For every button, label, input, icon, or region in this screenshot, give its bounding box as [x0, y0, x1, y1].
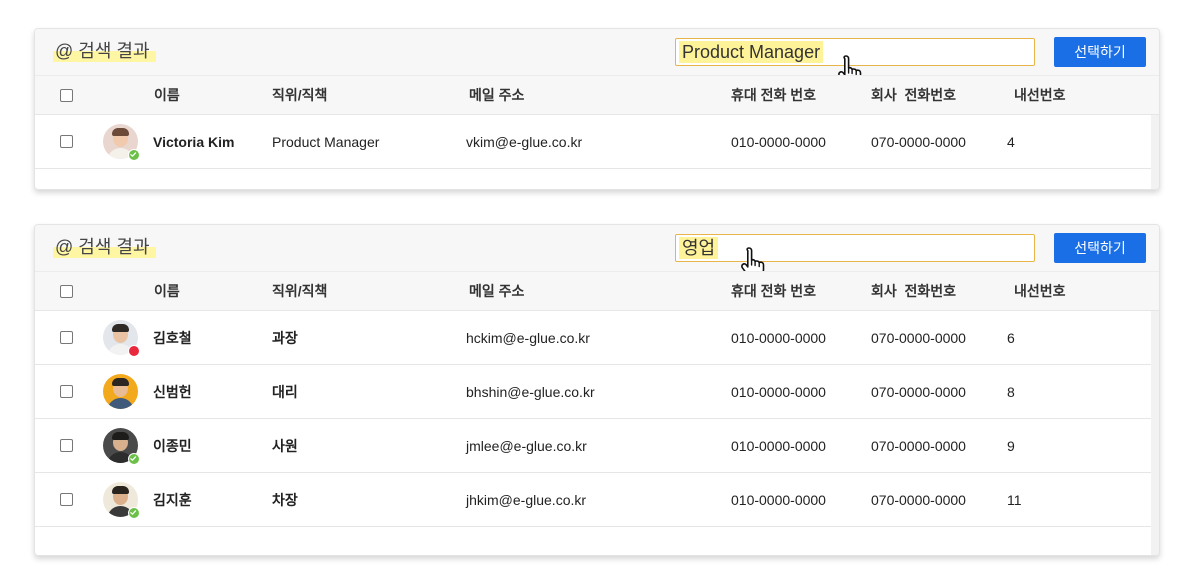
user-extension: 9 — [1007, 438, 1015, 454]
busy-status-icon — [128, 345, 140, 357]
panel-header: @ 검색 결과 영업 선택하기 — [35, 225, 1159, 279]
check-icon — [130, 152, 137, 157]
avatar-body — [107, 398, 134, 409]
user-office-phone: 070-0000-0000 — [871, 384, 966, 400]
column-header-position: 직위/직책 — [272, 283, 328, 299]
row-checkbox[interactable] — [60, 439, 73, 452]
results-title: @ 검색 결과 — [53, 38, 156, 64]
user-position: 사원 — [272, 438, 298, 454]
column-header-name: 이름 — [154, 283, 180, 299]
online-status-icon — [128, 453, 140, 465]
user-mobile: 010-0000-0000 — [731, 438, 826, 454]
user-name: Victoria Kim — [153, 134, 235, 150]
table-row[interactable]: 신범헌 대리 bhshin@e-glue.co.kr 010-0000-0000 070… — [35, 365, 1151, 419]
table-row[interactable]: 김호철 과장 hckim@e-glue.co.kr 010-0000-0000 070-… — [35, 311, 1151, 365]
column-header-email: 메일 주소 — [469, 87, 525, 103]
row-checkbox[interactable] — [60, 135, 73, 148]
user-extension: 4 — [1007, 134, 1015, 150]
column-header-office: 회사 전화번호 — [871, 87, 957, 103]
scrollbar[interactable] — [1151, 115, 1159, 189]
user-name: 김지훈 — [153, 492, 192, 508]
select-button[interactable]: 선택하기 — [1054, 233, 1146, 263]
search-results-panel-2: @ 검색 결과 영업 선택하기 이름 직위/직책 메일 주소 휴대 전화 번호 … — [34, 224, 1160, 556]
user-mobile: 010-0000-0000 — [731, 330, 826, 346]
column-header-mobile: 휴대 전화 번호 — [731, 283, 817, 299]
user-position: Product Manager — [272, 134, 380, 150]
search-input-value: 영업 — [679, 237, 719, 259]
row-checkbox[interactable] — [60, 385, 73, 398]
user-name: 이종민 — [153, 438, 192, 454]
search-results-panel-1: @ 검색 결과 Product Manager 선택하기 이름 직위/직책 메일… — [34, 28, 1160, 190]
select-button[interactable]: 선택하기 — [1054, 37, 1146, 67]
row-checkbox[interactable] — [60, 493, 73, 506]
user-office-phone: 070-0000-0000 — [871, 438, 966, 454]
user-position: 과장 — [272, 330, 298, 346]
avatar-hair — [112, 324, 129, 332]
user-position: 대리 — [272, 384, 298, 400]
user-extension: 11 — [1007, 492, 1022, 508]
user-extension: 6 — [1007, 330, 1015, 346]
table-row[interactable]: Victoria Kim Product Manager vkim@e-glue.c… — [35, 115, 1151, 169]
user-extension: 8 — [1007, 384, 1015, 400]
user-email: bhshin@e-glue.co.kr — [466, 384, 595, 400]
column-header-name: 이름 — [154, 87, 180, 103]
select-all-checkbox[interactable] — [60, 89, 73, 102]
column-header-extension: 내선번호 — [1014, 283, 1066, 299]
avatar-hair — [112, 378, 129, 386]
user-office-phone: 070-0000-0000 — [871, 134, 966, 150]
user-office-phone: 070-0000-0000 — [871, 492, 966, 508]
user-email: jmlee@e-glue.co.kr — [466, 438, 587, 454]
column-header-email: 메일 주소 — [469, 283, 525, 299]
column-header-position: 직위/직책 — [272, 87, 328, 103]
check-icon — [130, 456, 137, 461]
user-mobile: 010-0000-0000 — [731, 492, 826, 508]
avatar — [103, 374, 138, 409]
avatar-hair — [112, 432, 129, 440]
table-row[interactable]: 이종민 사원 jmlee@e-glue.co.kr 010-0000-0000 070-… — [35, 419, 1151, 473]
select-all-checkbox[interactable] — [60, 285, 73, 298]
column-header-office: 회사 전화번호 — [871, 283, 957, 299]
scrollbar[interactable] — [1151, 311, 1159, 555]
user-office-phone: 070-0000-0000 — [871, 330, 966, 346]
check-icon — [130, 510, 137, 515]
user-name: 김호철 — [153, 330, 192, 346]
user-position: 차장 — [272, 492, 298, 508]
results-title: @ 검색 결과 — [53, 234, 156, 260]
panel-header: @ 검색 결과 Product Manager 선택하기 — [35, 29, 1159, 87]
table-row[interactable]: 김지훈 차장 jhkim@e-glue.co.kr 010-0000-0000 070-… — [35, 473, 1151, 527]
user-name: 신범헌 — [153, 384, 192, 400]
column-header-mobile: 휴대 전화 번호 — [731, 87, 817, 103]
search-input-value: Product Manager — [679, 41, 824, 63]
table-header: 이름 직위/직책 메일 주소 휴대 전화 번호 회사 전화번호 내선번호 — [35, 271, 1159, 311]
table-header: 이름 직위/직책 메일 주소 휴대 전화 번호 회사 전화번호 내선번호 — [35, 75, 1159, 115]
search-input[interactable]: 영업 — [675, 234, 1035, 262]
user-mobile: 010-0000-0000 — [731, 134, 826, 150]
row-checkbox[interactable] — [60, 331, 73, 344]
column-header-extension: 내선번호 — [1014, 87, 1066, 103]
online-status-icon — [128, 149, 140, 161]
user-email: hckim@e-glue.co.kr — [466, 330, 590, 346]
online-status-icon — [128, 507, 140, 519]
user-email: vkim@e-glue.co.kr — [466, 134, 583, 150]
avatar-hair — [112, 486, 129, 494]
user-mobile: 010-0000-0000 — [731, 384, 826, 400]
user-email: jhkim@e-glue.co.kr — [466, 492, 587, 508]
avatar-hair — [112, 128, 129, 136]
